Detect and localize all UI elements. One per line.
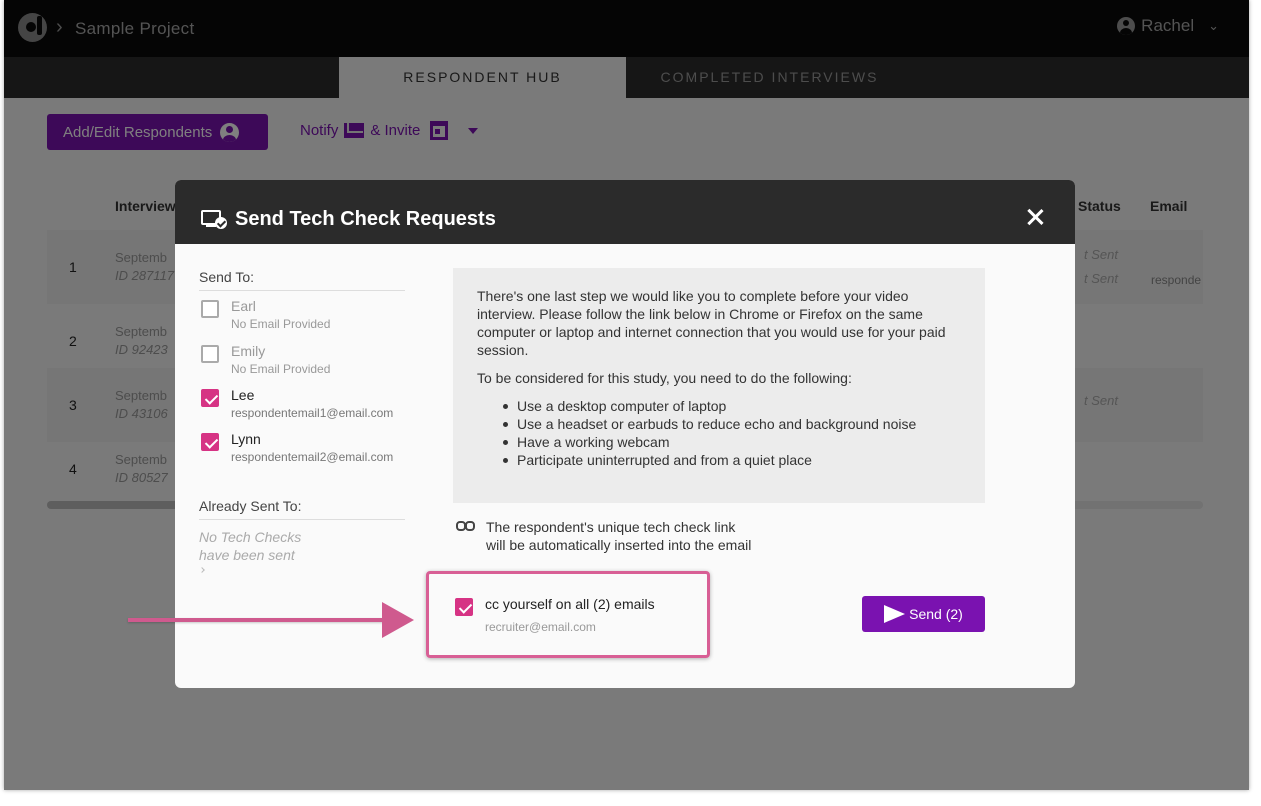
send-to-heading: Send To: — [199, 269, 405, 291]
link-note-line: will be automatically inserted into the … — [486, 537, 752, 553]
recipient-email: No Email Provided — [231, 317, 331, 331]
recipient-name: Emily — [231, 343, 266, 359]
close-icon[interactable] — [1025, 207, 1045, 227]
recipient-name: Earl — [231, 298, 256, 314]
recipient-email: respondentemail2@email.com — [231, 450, 394, 464]
list-item: Have a working webcam — [501, 433, 961, 451]
email-message-preview[interactable]: There's one last step we would like you … — [453, 268, 985, 503]
dialog-title: Send Tech Check Requests — [235, 208, 496, 230]
link-icon — [456, 521, 476, 531]
list-item: Use a headset or earbuds to reduce echo … — [501, 415, 961, 433]
already-sent-heading: Already Sent To: — [199, 498, 405, 520]
send-button-label: Send (2) — [909, 606, 963, 622]
recipient-checkbox[interactable] — [201, 300, 219, 318]
annotation-highlight-box — [426, 571, 710, 658]
app-window: › Sample Project Rachel ⌄ RESPONDENT HUB… — [4, 0, 1249, 790]
send-button[interactable]: Send (2) — [862, 596, 985, 632]
message-paragraph: There's one last step we would like you … — [477, 288, 946, 358]
recipient-name: Lynn — [231, 431, 261, 447]
dialog-header: Send Tech Check Requests — [175, 180, 1075, 244]
recipient-email: No Email Provided — [231, 362, 331, 376]
list-item: Participate uninterrupted and from a qui… — [501, 451, 961, 469]
annotation-arrow — [128, 618, 390, 622]
list-item: Use a desktop computer of laptop — [501, 397, 961, 415]
scroll-indicator-icon — [199, 567, 205, 573]
recipient-name: Lee — [231, 387, 255, 403]
already-sent-empty-text: No Tech Checks have been sent — [199, 529, 302, 563]
link-note-line: The respondent's unique tech check link — [486, 519, 736, 535]
requirements-list: Use a desktop computer of laptop Use a h… — [477, 397, 961, 469]
annotation-arrow-head — [382, 602, 414, 638]
check-badge-icon — [215, 217, 227, 229]
recipient-email: respondentemail1@email.com — [231, 406, 394, 420]
message-paragraph: To be considered for this study, you nee… — [477, 370, 852, 386]
recipient-checkbox[interactable] — [201, 433, 219, 451]
send-icon — [884, 605, 906, 623]
recipient-checkbox[interactable] — [201, 345, 219, 363]
recipient-checkbox[interactable] — [201, 389, 219, 407]
link-note: The respondent's unique tech check link … — [486, 518, 751, 554]
